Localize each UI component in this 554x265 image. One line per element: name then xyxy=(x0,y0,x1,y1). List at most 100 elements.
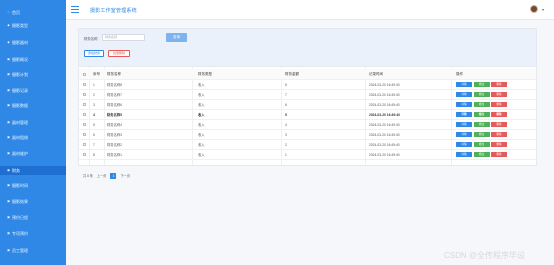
sidebar-item-14[interactable]: ▣ 专项预约 xyxy=(0,229,66,238)
table-header: 序号 财务名称 财务类型 财务金额 记录时间 操作 xyxy=(79,69,536,80)
row-select-cell[interactable] xyxy=(83,140,91,149)
delete-button[interactable]: 删除 xyxy=(491,92,507,97)
delete-button[interactable]: 删除 xyxy=(491,142,507,147)
row-checkbox[interactable] xyxy=(83,103,86,106)
batch-delete-button[interactable]: 批量删除 xyxy=(108,50,130,57)
sidebar-item-8[interactable]: ▣ 器材租借 xyxy=(0,133,66,142)
row-checkbox[interactable] xyxy=(83,153,86,156)
delete-button[interactable]: 删除 xyxy=(491,132,507,137)
avatar[interactable] xyxy=(530,5,538,13)
row-index: 2 xyxy=(93,92,95,97)
row-checkbox[interactable] xyxy=(83,93,86,96)
page-current[interactable]: 1 xyxy=(110,172,117,179)
edit-button[interactable]: 修改 xyxy=(473,122,490,127)
row-checkbox[interactable] xyxy=(83,83,86,86)
row-select-cell[interactable] xyxy=(83,120,91,129)
select-all-cell[interactable] xyxy=(83,69,91,79)
table-row[interactable]: 6 财务名称3 收入 3 2024-03-20 16:49:40 详情 修改 删除 xyxy=(79,130,536,140)
finance-name: 财务名称2 xyxy=(107,143,123,147)
table-row[interactable]: 3 财务名称6 收入 6 2024-03-20 16:49:40 详情 修改 删除 xyxy=(79,100,536,110)
search-input[interactable]: 财务名称 xyxy=(102,34,145,41)
delete-button[interactable]: 删除 xyxy=(491,152,507,157)
detail-button[interactable]: 详情 xyxy=(456,112,472,117)
table-row[interactable]: 4 财务名称5 收入 5 2024-03-20 16:49:40 详情 修改 删除 xyxy=(79,110,536,120)
finance-name: 财务名称7 xyxy=(107,93,123,97)
detail-button[interactable]: 详情 xyxy=(456,82,472,87)
row-checkbox[interactable] xyxy=(83,123,86,126)
row-select-cell[interactable] xyxy=(83,80,91,89)
sidebar-item-9[interactable]: ▣ 器材维护 xyxy=(0,149,66,158)
search-button[interactable]: 查询 xyxy=(166,33,187,42)
detail-button[interactable]: 详情 xyxy=(456,132,472,137)
sidebar-item-0[interactable]: ⌂ 首页 xyxy=(0,8,66,17)
sidebar-item-1[interactable]: ◆ 摄影类型 xyxy=(0,21,66,30)
edit-button[interactable]: 修改 xyxy=(473,142,490,147)
row-checkbox[interactable] xyxy=(83,113,86,116)
delete-button[interactable]: 删除 xyxy=(491,102,507,107)
sidebar-item-4[interactable]: ▣ 摄影计划 xyxy=(0,70,66,79)
detail-button[interactable]: 详情 xyxy=(456,92,472,97)
sidebar-item-12[interactable]: ▣ 摄影结果 xyxy=(0,197,66,206)
manage-icon: ▣ xyxy=(7,120,10,124)
sidebar-item-2[interactable]: ◆ 摄影器材 xyxy=(0,38,66,47)
edit-button[interactable]: 修改 xyxy=(473,102,490,107)
info-icon: ▣ xyxy=(7,57,10,61)
sidebar-item-5[interactable]: ▣ 摄影记录 xyxy=(0,86,66,95)
money-icon: ▣ xyxy=(7,168,10,172)
table-row[interactable]: 5 财务名称4 收入 4 2024-03-20 16:49:40 详情 修改 删除 xyxy=(79,120,536,130)
sidebar-item-13[interactable]: ▣ 预约日程 xyxy=(0,213,66,222)
finance-name: 财务名称5 xyxy=(107,113,123,117)
row-select-cell[interactable] xyxy=(83,110,91,119)
menu-icon[interactable] xyxy=(71,6,79,13)
table-row[interactable]: 2 财务名称7 收入 7 2024-03-20 16:49:40 详情 修改 删除 xyxy=(79,90,536,100)
sidebar-item-7[interactable]: ▣ 器材管理 xyxy=(0,118,66,127)
finance-amount: 1 xyxy=(285,152,287,157)
edit-button[interactable]: 修改 xyxy=(473,92,490,97)
edit-button[interactable]: 修改 xyxy=(473,112,490,117)
finance-type: 收入 xyxy=(198,123,205,127)
plan-icon: ▣ xyxy=(7,72,10,76)
chevron-down-icon[interactable]: ▾ xyxy=(542,7,544,12)
sidebar-item-3[interactable]: ▣ 摄影概况 xyxy=(0,55,66,64)
row-checkbox[interactable] xyxy=(83,133,86,136)
row-select-cell[interactable] xyxy=(83,150,91,159)
row-select-cell[interactable] xyxy=(83,100,91,109)
table-row[interactable]: 7 财务名称2 收入 2 2024-03-20 16:49:40 详情 修改 删除 xyxy=(79,140,536,150)
finance-type: 收入 xyxy=(198,143,205,147)
total-count: 共 8 条 xyxy=(83,174,93,178)
detail-button[interactable]: 详情 xyxy=(456,152,472,157)
sidebar-item-11[interactable]: ▣ 摄影时间 xyxy=(0,181,66,190)
sidebar: ⌂ 首页 ◆ 摄影类型 ◆ 摄影器材 ▣ 摄影概况 ▣ 摄影计划 ▣ 摄影记录 ▣ 摄影数据 ▣ 器材管理 ▣ 器… xyxy=(0,0,70,265)
row-actions: 详情 修改 删除 xyxy=(456,90,534,99)
record-time: 2024-03-20 16:49:40 xyxy=(369,132,400,137)
row-actions: 详情 修改 删除 xyxy=(456,130,534,139)
edit-button[interactable]: 修改 xyxy=(473,82,490,87)
delete-button[interactable]: 删除 xyxy=(491,112,507,117)
row-select-cell[interactable] xyxy=(83,90,91,99)
detail-button[interactable]: 详情 xyxy=(456,122,472,127)
add-finance-button[interactable]: 添加财务 xyxy=(84,50,104,57)
table-row[interactable]: 1 财务名称8 收入 6 2024-03-20 16:49:40 详情 修改 删除 xyxy=(79,80,536,90)
select-all-checkbox[interactable] xyxy=(83,72,86,76)
sidebar-item-label: 专项预约 xyxy=(12,230,28,236)
next-page-button[interactable]: 下一页 xyxy=(120,173,130,178)
delete-button[interactable]: 删除 xyxy=(491,122,507,127)
edit-button[interactable]: 修改 xyxy=(473,132,490,137)
row-checkbox[interactable] xyxy=(83,143,86,146)
borrow-icon: ▣ xyxy=(7,135,10,139)
row-select-cell[interactable] xyxy=(83,130,91,139)
row-actions: 详情 修改 删除 xyxy=(456,140,534,149)
row-index: 6 xyxy=(93,132,95,137)
row-actions: 详情 修改 删除 xyxy=(456,80,534,89)
sidebar-item-10[interactable]: ▣ 财务 xyxy=(0,166,70,175)
delete-button[interactable]: 删除 xyxy=(491,82,507,87)
table-row[interactable]: 8 财务名称1 收入 1 2024-03-20 16:49:40 详情 修改 删除 xyxy=(79,150,536,160)
sidebar-item-6[interactable]: ▣ 摄影数据 xyxy=(0,101,66,110)
sidebar-item-15[interactable]: ▣ 员工管理 xyxy=(0,246,66,255)
edit-button[interactable]: 修改 xyxy=(473,152,490,157)
detail-button[interactable]: 详情 xyxy=(456,102,472,107)
row-index: 3 xyxy=(93,102,95,107)
finance-amount: 2 xyxy=(285,142,287,147)
prev-page-button[interactable]: 上一页 xyxy=(97,173,107,178)
detail-button[interactable]: 详情 xyxy=(456,142,472,147)
